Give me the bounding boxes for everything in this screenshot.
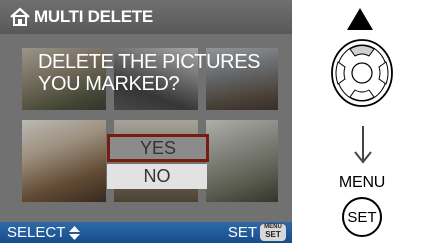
confirm-message: DELETE THE PICTURES YOU MARKED? <box>38 51 260 95</box>
camera-screen: MULTI DELETE DELETE THE PICTURES YOU MAR… <box>0 0 292 243</box>
select-hint: SELECT <box>7 224 81 241</box>
set-button[interactable]: SET <box>342 197 382 237</box>
no-option[interactable]: NO <box>107 164 207 189</box>
title-bar: MULTI DELETE <box>0 0 292 34</box>
menu-set-icon: MENU SET <box>260 224 286 241</box>
set-label: SET <box>227 224 257 241</box>
dpad-icon[interactable] <box>330 38 394 108</box>
arrow-down-icon <box>354 126 372 164</box>
menu-label: MENU <box>338 174 386 191</box>
home-icon <box>10 7 30 26</box>
footer-bar: SELECT SET MENU SET <box>0 222 292 243</box>
button-guide: MENU SET <box>330 0 425 243</box>
set-small-label: SET <box>265 230 281 239</box>
yes-option[interactable]: YES <box>107 134 209 162</box>
screen-title: MULTI DELETE <box>34 7 153 26</box>
message-line-2: YOU MARKED? <box>38 73 180 95</box>
message-line-1: DELETE THE PICTURES <box>38 51 261 73</box>
up-triangle-icon <box>347 8 373 30</box>
up-down-icon <box>69 225 81 240</box>
select-label: SELECT <box>7 224 66 241</box>
